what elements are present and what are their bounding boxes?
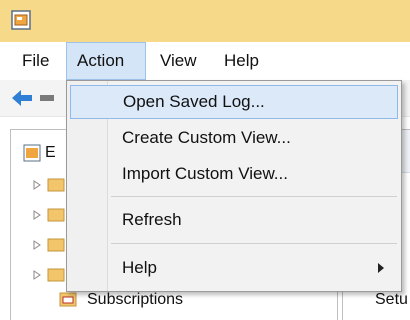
tree-root-label[interactable]: E [45,144,56,162]
folder-icon [47,178,65,192]
folder-icon [47,208,65,222]
expand-icon[interactable] [33,270,41,280]
menu-file[interactable]: File [12,42,59,80]
actions-pane-text: Setu [375,291,408,308]
menu-view[interactable]: View [150,42,207,80]
action-dropdown-menu: Open Saved Log... Create Custom View... … [66,80,402,292]
submenu-arrow-icon [378,263,384,273]
folder-icon [47,268,65,282]
expand-icon[interactable] [33,180,41,190]
event-viewer-app-icon [11,10,31,30]
back-arrow-icon[interactable] [10,87,34,109]
event-viewer-root-icon [23,144,41,162]
menu-separator [111,196,397,197]
menu-item-open-saved-log[interactable]: Open Saved Log... [70,85,398,119]
menu-item-create-custom-view[interactable]: Create Custom View... [70,121,398,155]
tree-item-subscriptions[interactable]: Subscriptions [87,291,183,309]
expand-icon[interactable] [33,240,41,250]
menu-bar: File Action View Help [0,42,410,80]
menu-help[interactable]: Help [214,42,269,80]
menu-separator [111,243,397,244]
menu-item-refresh[interactable]: Refresh [70,203,398,237]
title-bar [0,0,410,42]
menu-item-help-label: Help [122,258,157,277]
toolbar-button[interactable] [40,95,54,101]
menu-action[interactable]: Action [66,42,146,80]
subscriptions-icon [59,292,77,307]
menu-item-import-custom-view[interactable]: Import Custom View... [70,157,398,191]
menu-item-help[interactable]: Help [70,251,398,285]
expand-icon[interactable] [33,210,41,220]
folder-icon [47,238,65,252]
